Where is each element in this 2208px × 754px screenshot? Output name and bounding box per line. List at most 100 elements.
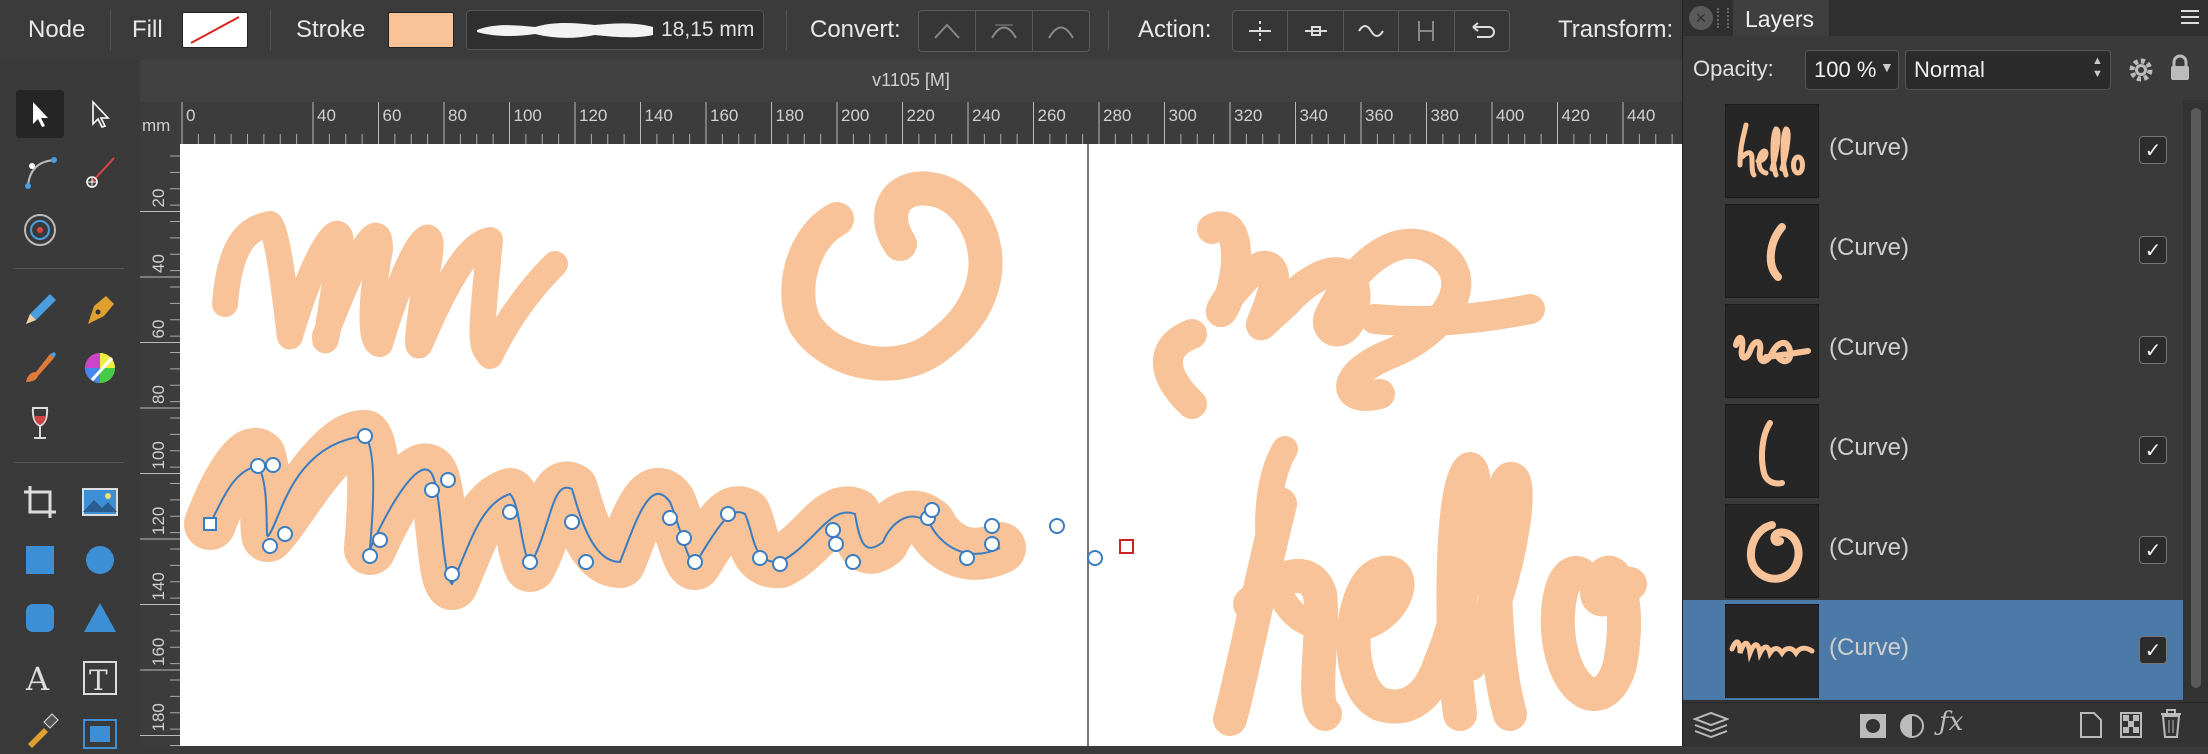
- adjustment-icon[interactable]: [1899, 713, 1925, 744]
- ruler-label: 120: [149, 507, 168, 535]
- layer-visibility-checkbox[interactable]: ✓: [2139, 136, 2167, 164]
- fx-icon[interactable]: ƒx: [1939, 707, 1963, 737]
- lock-icon[interactable]: [2169, 54, 2191, 82]
- layer-thumbnail: [1725, 204, 1819, 298]
- layer-row[interactable]: (Curve) ✓: [1683, 600, 2183, 701]
- hello-o-stroke[interactable]: [1540, 555, 1647, 711]
- svg-text:A: A: [25, 660, 50, 698]
- rounded-rect-tool[interactable]: [16, 594, 64, 642]
- blend-mode-select[interactable]: Normal ▲ ▼: [1905, 50, 2111, 90]
- target-icon: [24, 214, 56, 246]
- opacity-row: Opacity: 100 % ▼ Normal ▲ ▼: [1683, 36, 2208, 100]
- context-toolbar: Node Fill Stroke 18,15 mm Convert: Actio…: [0, 0, 1682, 61]
- layer-row[interactable]: (Curve) ✓: [1683, 200, 2183, 301]
- ruler-label: 100: [149, 441, 168, 469]
- target-tool[interactable]: [16, 206, 64, 254]
- corner-tool[interactable]: [16, 148, 64, 196]
- layer-visibility-checkbox[interactable]: ✓: [2139, 336, 2167, 364]
- pen-node-tool[interactable]: [76, 148, 124, 196]
- pen-tool[interactable]: [76, 286, 124, 334]
- layers-stack-icon[interactable]: [1692, 711, 1730, 744]
- layers-scrollbar[interactable]: [2183, 100, 2208, 702]
- document-tab[interactable]: v1105 [M]: [140, 60, 1682, 103]
- ruler-label: 440: [1627, 106, 1655, 125]
- panel-header: × Layers: [1683, 0, 2208, 36]
- layer-row[interactable]: (Curve) ✓: [1683, 100, 2183, 201]
- node-tool[interactable]: [76, 90, 124, 138]
- fill-glass-tool[interactable]: [16, 400, 64, 448]
- ruler-label: 300: [1169, 106, 1197, 125]
- action-buttons: [1232, 10, 1510, 52]
- smooth-curve-icon[interactable]: [1344, 11, 1400, 51]
- tab-layers[interactable]: Layers: [1733, 0, 1829, 36]
- fill-swatch[interactable]: [182, 12, 248, 48]
- layer-row[interactable]: (Curve) ✓: [1683, 400, 2183, 501]
- mask-icon[interactable]: [1859, 713, 1887, 744]
- ruler-label: 400: [1496, 106, 1524, 125]
- close-curve-icon[interactable]: [1288, 11, 1344, 51]
- ruler-label: 180: [776, 106, 804, 125]
- ruler-corner: mm: [140, 102, 180, 144]
- toolbar-divider: [110, 10, 111, 50]
- panel-title: Layers: [1745, 6, 1815, 32]
- checker-icon[interactable]: [2119, 711, 2143, 744]
- ruler-label: 0: [186, 106, 195, 125]
- end-node[interactable]: [1119, 539, 1134, 554]
- crop-tool[interactable]: [16, 478, 64, 526]
- join-curves-icon[interactable]: [1399, 11, 1455, 51]
- scrollbar-thumb[interactable]: [2191, 108, 2201, 688]
- checkmark-icon: ✓: [2144, 439, 2162, 462]
- close-icon[interactable]: ×: [1689, 6, 1713, 30]
- new-document-icon[interactable]: [2079, 711, 2103, 744]
- vertical-ruler-ticks: 20 40 60 80 100 120 140 160 180: [140, 155, 180, 746]
- drag-handle-icon[interactable]: [1717, 8, 1729, 28]
- scribble-m-stroke[interactable]: [212, 211, 568, 369]
- layer-visibility-checkbox[interactable]: ✓: [2139, 636, 2167, 664]
- scribble-selected-stroke[interactable]: [184, 410, 1026, 610]
- rectangle-tool[interactable]: [16, 536, 64, 584]
- triangle-tool[interactable]: [76, 594, 124, 642]
- panel-menu-icon[interactable]: [2181, 8, 2201, 26]
- panel-footer: ƒx: [1683, 702, 2208, 747]
- stroke-swatch[interactable]: [388, 12, 454, 48]
- brush-width-control[interactable]: 18,15 mm: [466, 10, 764, 50]
- artistic-text-tool[interactable]: A: [16, 654, 64, 702]
- transform-label: Transform:: [1558, 16, 1674, 43]
- frame-text-tool[interactable]: T: [76, 654, 124, 702]
- vertical-ruler[interactable]: 20 40 60 80 100 120 140 160 180: [140, 144, 181, 746]
- trash-icon[interactable]: [2159, 709, 2183, 744]
- no-fill-icon: [190, 16, 240, 44]
- layer-visibility-checkbox[interactable]: ✓: [2139, 536, 2167, 564]
- ellipse-tool[interactable]: [76, 536, 124, 584]
- loops-stroke[interactable]: [1152, 211, 1545, 419]
- brush-tool[interactable]: [16, 344, 64, 392]
- layer-row[interactable]: (Curve) ✓: [1683, 300, 2183, 401]
- layer-visibility-checkbox[interactable]: ✓: [2139, 236, 2167, 264]
- break-curve-icon[interactable]: [1233, 11, 1289, 51]
- gear-icon[interactable]: [2127, 56, 2155, 84]
- layer-visibility-checkbox[interactable]: ✓: [2139, 436, 2167, 464]
- opacity-field[interactable]: 100 % ▼: [1805, 50, 1899, 90]
- color-picker-tool[interactable]: [76, 344, 124, 392]
- image-tool[interactable]: [76, 478, 124, 526]
- opacity-label: Opacity:: [1693, 56, 1774, 81]
- reverse-curve-icon[interactable]: [1455, 11, 1509, 51]
- pencil-tool[interactable]: [16, 286, 64, 334]
- moon-stroke[interactable]: [781, 171, 1003, 381]
- horizontal-ruler[interactable]: 0 40 60 80 100 120 140 160 180 200 220 240 260 280 300…: [180, 102, 1682, 145]
- tools-divider: [14, 268, 124, 269]
- pencil-icon: [26, 294, 56, 324]
- move-tool[interactable]: [16, 90, 64, 138]
- eyedropper-tool[interactable]: [16, 706, 64, 754]
- tools-divider: [14, 462, 124, 463]
- frame-tool[interactable]: [76, 706, 124, 754]
- smart-node-icon[interactable]: [1033, 11, 1089, 51]
- ruler-label: 220: [907, 106, 935, 125]
- convert-label: Convert:: [810, 16, 901, 43]
- layer-row[interactable]: (Curve) ✓: [1683, 500, 2183, 601]
- smooth-node-icon[interactable]: [976, 11, 1033, 51]
- sharp-node-icon[interactable]: [919, 11, 976, 51]
- document-canvas[interactable]: [180, 144, 1682, 746]
- hello-e-stroke[interactable]: [1336, 555, 1457, 724]
- document-title: v1105 [M]: [872, 70, 950, 90]
